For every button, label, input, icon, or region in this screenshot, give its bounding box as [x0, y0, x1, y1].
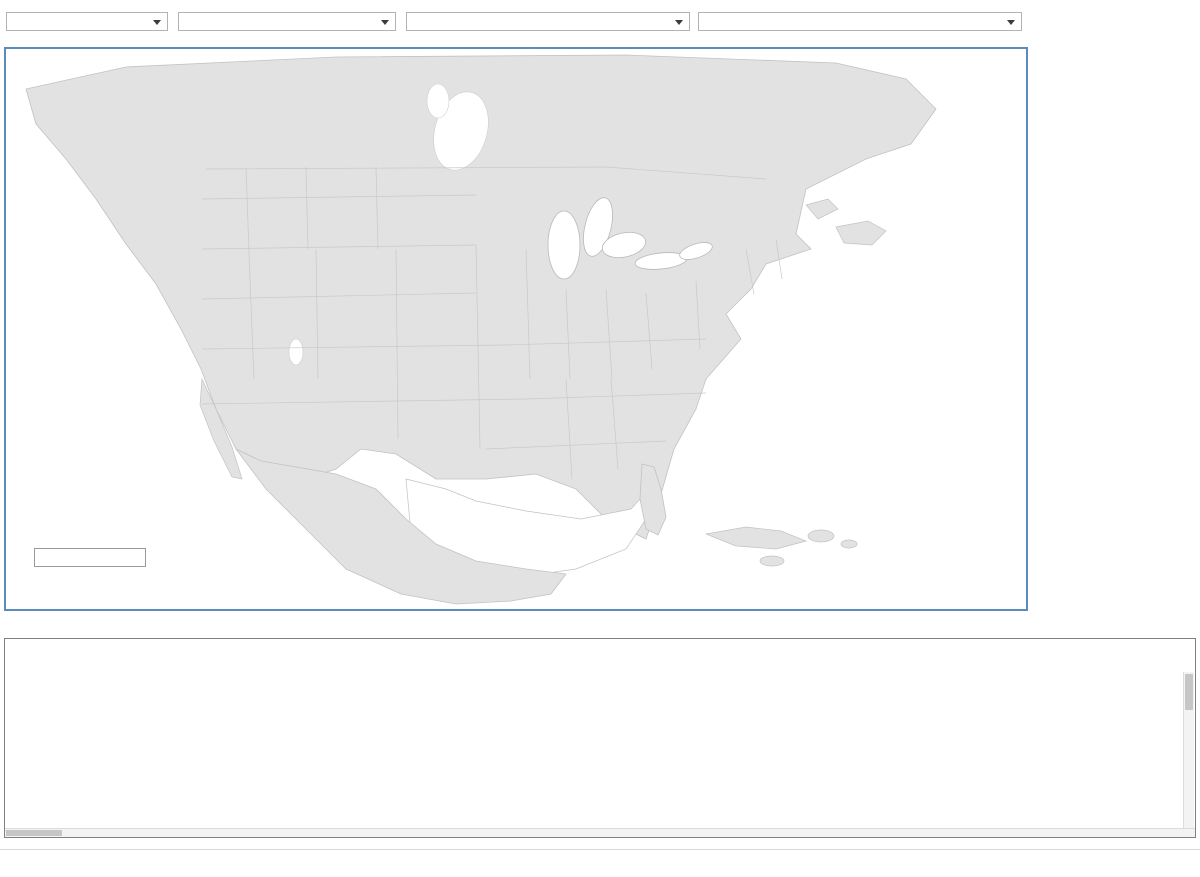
table-horizontal-scrollbar[interactable] — [5, 828, 1195, 837]
right-filter-panel — [1034, 8, 1200, 28]
map-canvas[interactable] — [6, 49, 1026, 609]
table-horizontal-scroll-thumb[interactable] — [6, 830, 62, 836]
chevron-down-icon — [381, 20, 389, 25]
select-railroad-dropdown[interactable] — [178, 12, 396, 31]
select-state-dropdown[interactable] — [6, 12, 168, 31]
map-container[interactable] — [4, 47, 1028, 611]
filter-group-open-to — [698, 8, 1022, 31]
filter-bar — [0, 0, 1200, 45]
bottom-toolbar — [0, 849, 1200, 877]
table-vertical-scroll-thumb[interactable] — [1185, 674, 1193, 710]
chevron-down-icon — [153, 20, 161, 25]
chevron-down-icon — [675, 20, 683, 25]
open-to-dropdown[interactable] — [698, 12, 1022, 31]
panel-spacer — [1034, 11, 1200, 25]
select-switch-status-dropdown[interactable] — [406, 12, 690, 31]
filter-group-switch-status — [406, 8, 690, 31]
map-basemap — [6, 49, 1026, 609]
search-by-name-block — [34, 543, 146, 567]
chevron-down-icon — [1007, 20, 1015, 25]
search-by-name-input[interactable] — [34, 547, 146, 567]
facility-table-container[interactable] — [4, 638, 1196, 838]
filter-group-railroad — [178, 8, 396, 31]
filter-group-state — [6, 8, 168, 31]
table-vertical-scrollbar[interactable] — [1183, 672, 1194, 836]
